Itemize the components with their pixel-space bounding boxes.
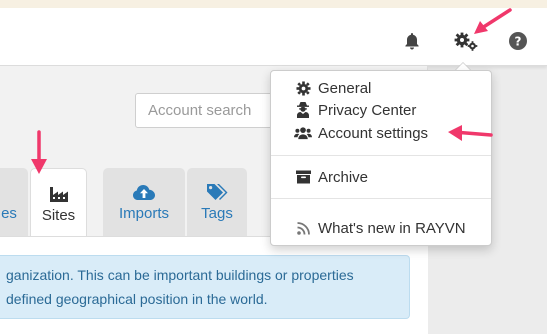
menu-item-label: Account settings bbox=[318, 124, 429, 142]
menu-item-label: Archive bbox=[318, 168, 369, 186]
tab-partial[interactable]: es bbox=[0, 168, 28, 236]
archive-icon bbox=[294, 170, 312, 184]
users-icon bbox=[294, 126, 312, 140]
tab-sites[interactable]: Sites bbox=[30, 168, 87, 238]
user-secret-icon bbox=[294, 102, 312, 118]
tags-icon bbox=[206, 182, 228, 202]
tab-label: Imports bbox=[118, 205, 169, 222]
cloud-upload-icon bbox=[132, 182, 156, 202]
tab-tags[interactable]: Tags bbox=[187, 168, 247, 236]
menu-item-label: Privacy Center bbox=[318, 101, 417, 119]
menu-divider bbox=[271, 155, 491, 156]
tab-label: es bbox=[1, 205, 17, 222]
svg-text:?: ? bbox=[515, 35, 522, 49]
menu-divider bbox=[271, 198, 491, 199]
menu-item-general[interactable]: General bbox=[271, 77, 491, 99]
annotation-arrow-sites bbox=[31, 130, 47, 174]
account-search-input[interactable] bbox=[135, 93, 283, 128]
industry-icon bbox=[49, 184, 69, 204]
menu-item-whats-new[interactable]: What's new in RAYVN bbox=[271, 217, 491, 239]
sites-info-alert: ganization. This can be important buildi… bbox=[0, 255, 410, 319]
bell-icon[interactable] bbox=[401, 30, 423, 52]
tab-label: Tags bbox=[201, 205, 233, 222]
top-header: ? bbox=[0, 8, 547, 66]
settings-dropdown-menu: General Privacy Center Account settings … bbox=[270, 70, 492, 246]
menu-item-label: What's new in RAYVN bbox=[318, 219, 466, 237]
rss-icon bbox=[294, 221, 312, 235]
tab-label: Sites bbox=[41, 207, 76, 224]
tab-imports[interactable]: Imports bbox=[103, 168, 185, 236]
annotation-arrow-gears bbox=[474, 8, 512, 34]
menu-item-archive[interactable]: Archive bbox=[271, 166, 491, 188]
menu-item-label: General bbox=[318, 79, 372, 97]
menu-item-privacy-center[interactable]: Privacy Center bbox=[271, 99, 491, 121]
info-text-line: ganization. This can be important buildi… bbox=[6, 267, 354, 283]
gear-icon bbox=[294, 80, 312, 96]
info-text-line: defined geographical position in the wor… bbox=[6, 291, 268, 307]
top-strip bbox=[0, 0, 547, 8]
annotation-arrow-account-settings bbox=[448, 125, 493, 141]
dropdown-caret bbox=[455, 62, 471, 70]
